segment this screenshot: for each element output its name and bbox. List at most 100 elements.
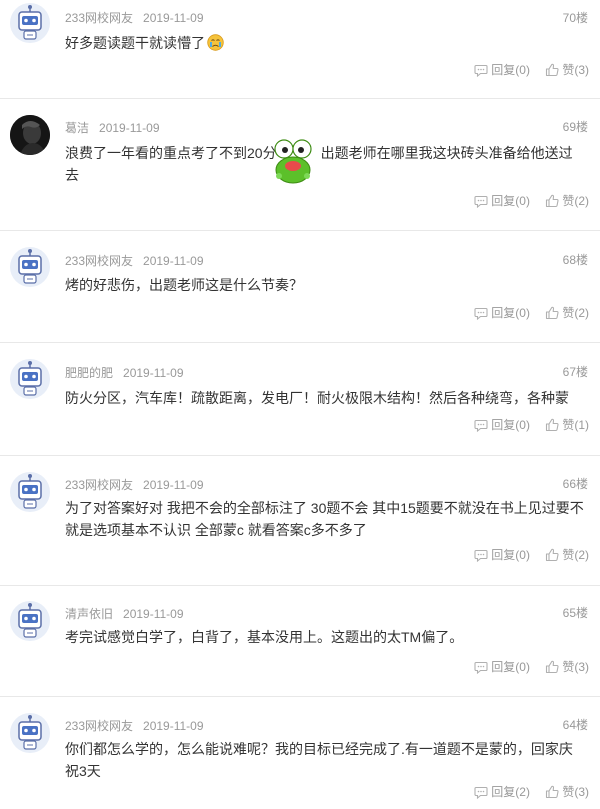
reply-count: (0) xyxy=(515,193,530,208)
reply-button[interactable]: 回复 (2) xyxy=(474,783,530,800)
floor-number: 65楼 xyxy=(562,606,588,620)
like-count: (2) xyxy=(574,547,589,562)
comment-item: 233网校网友 2019-11-09 70楼 好多题读题干就读懵了 回复 (0) 赞… xyxy=(0,0,600,99)
reply-count: (0) xyxy=(515,547,530,562)
reply-icon xyxy=(474,548,488,562)
robot-avatar-icon xyxy=(10,359,50,399)
avatar[interactable] xyxy=(10,601,50,641)
comment-actions: 回复 (0) 赞 (3) xyxy=(462,658,589,677)
reply-label: 回复 xyxy=(491,194,516,208)
like-button[interactable]: 赞 (3) xyxy=(545,783,589,800)
like-label: 赞 xyxy=(562,63,575,77)
like-button[interactable]: 赞 (2) xyxy=(545,546,589,563)
avatar[interactable] xyxy=(10,3,50,43)
comment-meta: 肥肥的肥 2019-11-09 xyxy=(65,364,184,381)
avatar[interactable] xyxy=(10,247,50,287)
avatar[interactable] xyxy=(10,115,50,155)
floor-number: 69楼 xyxy=(562,120,588,134)
like-label: 赞 xyxy=(562,660,575,674)
comment-actions: 回复 (2) 赞 (3) xyxy=(462,783,589,802)
reply-button[interactable]: 回复 (0) xyxy=(474,61,530,78)
like-button[interactable]: 赞 (3) xyxy=(545,61,589,78)
comment-item: 清声依旧 2019-11-09 65楼 考完试感觉白学了，白背了，基本没用上。这题… xyxy=(0,586,600,697)
comment-content: 好多题读题干就读懵了 xyxy=(65,32,586,54)
like-label: 赞 xyxy=(562,418,575,432)
comment-content: 浪费了一年看的重点考了不到20分 出题老师在哪里我这块砖头准备给他送过去 xyxy=(65,142,586,186)
reply-icon xyxy=(474,418,488,432)
comment-actions: 回复 (0) 赞 (2) xyxy=(462,304,589,323)
like-count: (3) xyxy=(574,659,589,674)
like-button[interactable]: 赞 (2) xyxy=(545,192,589,209)
comment-content: 你们都怎么学的，怎么能说难呢？我的目标已经完成了.有一道题不是蒙的，回家庆祝3天 xyxy=(65,738,586,782)
comment-content: 烤的好悲伤，出题老师这是什么节奏？ xyxy=(65,274,586,296)
comment-meta: 233网校网友 2019-11-09 xyxy=(65,9,204,26)
reply-label: 回复 xyxy=(491,660,516,674)
floor-number: 67楼 xyxy=(562,365,588,379)
reply-label: 回复 xyxy=(491,785,516,799)
like-button[interactable]: 赞 (2) xyxy=(545,304,589,321)
comment-meta: 233网校网友 2019-11-09 xyxy=(65,476,204,493)
thumbs-up-icon xyxy=(545,548,559,562)
comment-date: 2019-11-09 xyxy=(143,719,204,733)
like-label: 赞 xyxy=(562,785,575,799)
frog-emoticon-icon xyxy=(274,139,312,184)
reply-count: (2) xyxy=(515,784,530,799)
comment-actions: 回复 (0) 赞 (3) xyxy=(462,61,589,80)
robot-avatar-icon xyxy=(10,472,50,512)
reply-button[interactable]: 回复 (0) xyxy=(474,192,530,209)
floor-number: 70楼 xyxy=(562,11,588,25)
avatar[interactable] xyxy=(10,472,50,512)
reply-icon xyxy=(474,306,488,320)
author-name[interactable]: 肥肥的肥 xyxy=(65,366,113,380)
author-name[interactable]: 233网校网友 xyxy=(65,254,133,268)
reply-count: (0) xyxy=(515,62,530,77)
reply-label: 回复 xyxy=(491,418,516,432)
like-count: (2) xyxy=(574,305,589,320)
reply-label: 回复 xyxy=(491,306,516,320)
author-name[interactable]: 233网校网友 xyxy=(65,719,133,733)
comment-actions: 回复 (0) 赞 (2) xyxy=(462,546,589,565)
comment-text: 为了对答案好对 我把不会的全部标注了 30题不会 其中15题要不就没在书上见过要… xyxy=(65,500,584,538)
thumbs-up-icon xyxy=(545,306,559,320)
reply-label: 回复 xyxy=(491,548,516,562)
comment-date: 2019-11-09 xyxy=(143,254,204,268)
reply-button[interactable]: 回复 (0) xyxy=(474,416,530,433)
author-name[interactable]: 葛洁 xyxy=(65,121,89,135)
reply-icon xyxy=(474,194,488,208)
comment-item: 233网校网友 2019-11-09 64楼 你们都怎么学的，怎么能说难呢？我的目… xyxy=(0,697,600,809)
like-label: 赞 xyxy=(562,548,575,562)
thumbs-up-icon xyxy=(545,194,559,208)
author-name[interactable]: 233网校网友 xyxy=(65,478,133,492)
comment-date: 2019-11-09 xyxy=(123,366,184,380)
comment-text: 浪费了一年看的重点考了不到20分 xyxy=(65,145,277,161)
comment-date: 2019-11-09 xyxy=(143,478,204,492)
like-button[interactable]: 赞 (3) xyxy=(545,658,589,675)
avatar[interactable] xyxy=(10,713,50,753)
reply-count: (0) xyxy=(515,305,530,320)
reply-button[interactable]: 回复 (0) xyxy=(474,658,530,675)
crying-face-icon xyxy=(207,34,224,51)
like-count: (1) xyxy=(574,417,589,432)
comment-date: 2019-11-09 xyxy=(143,11,204,25)
author-name[interactable]: 233网校网友 xyxy=(65,11,133,25)
robot-avatar-icon xyxy=(10,601,50,641)
reply-count: (0) xyxy=(515,417,530,432)
like-label: 赞 xyxy=(562,194,575,208)
comment-text: 你们都怎么学的，怎么能说难呢？我的目标已经完成了.有一道题不是蒙的，回家庆祝3天 xyxy=(65,741,573,779)
reply-button[interactable]: 回复 (0) xyxy=(474,304,530,321)
thumbs-up-icon xyxy=(545,418,559,432)
avatar[interactable] xyxy=(10,359,50,399)
comment-meta: 葛洁 2019-11-09 xyxy=(65,119,160,136)
author-name[interactable]: 清声依旧 xyxy=(65,607,113,621)
comment-actions: 回复 (0) 赞 (2) xyxy=(462,192,589,211)
user-photo-avatar xyxy=(10,115,50,155)
comment-content: 为了对答案好对 我把不会的全部标注了 30题不会 其中15题要不就没在书上见过要… xyxy=(65,497,586,541)
reply-label: 回复 xyxy=(491,63,516,77)
comment-actions: 回复 (0) 赞 (1) xyxy=(462,416,589,435)
reply-icon xyxy=(474,785,488,799)
comment-meta: 233网校网友 2019-11-09 xyxy=(65,252,204,269)
like-button[interactable]: 赞 (1) xyxy=(545,416,589,433)
comment-text: 防火分区，汽车库！疏散距离，发电厂！耐火极限木结构！然后各种绕弯，各种蒙 xyxy=(65,390,569,406)
like-count: (2) xyxy=(574,193,589,208)
reply-button[interactable]: 回复 (0) xyxy=(474,546,530,563)
